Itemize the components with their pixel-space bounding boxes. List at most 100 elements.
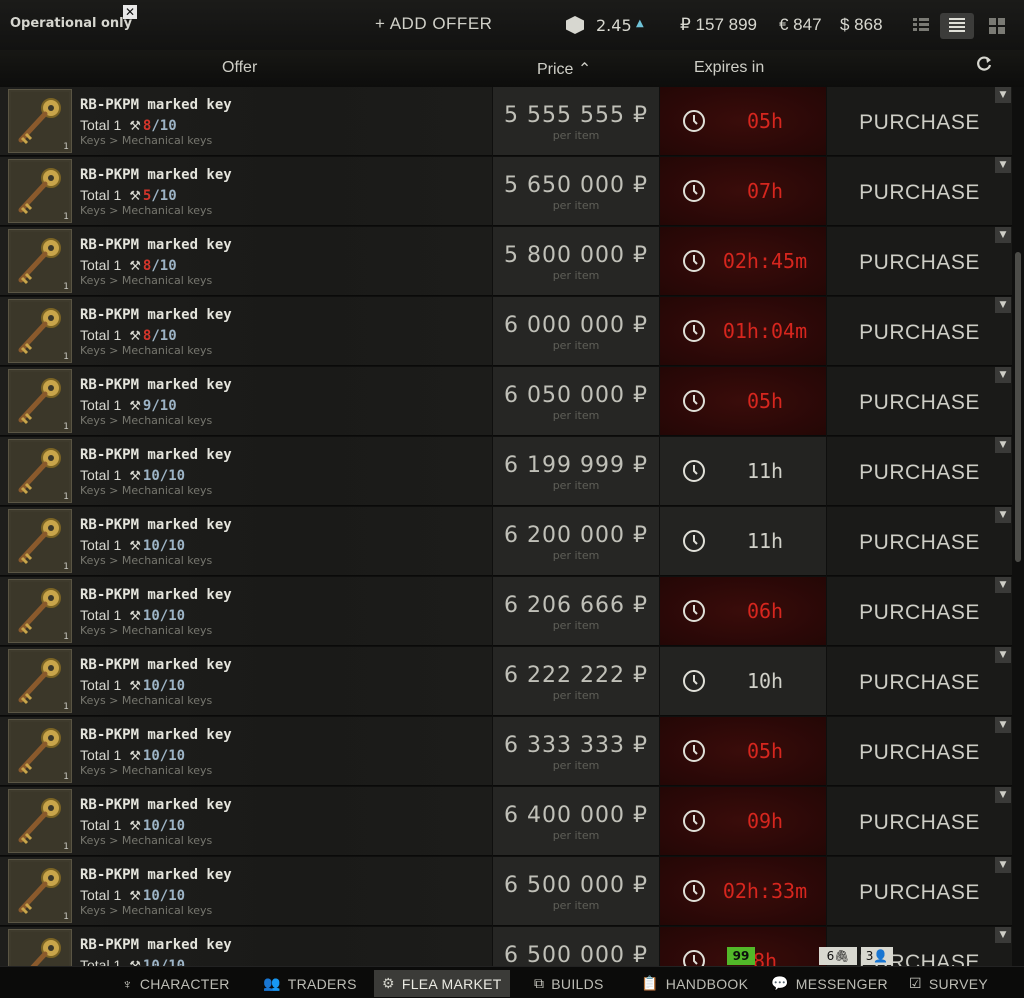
purchase-button[interactable]: PURCHASE ▼ xyxy=(827,577,1012,646)
chevron-down-icon[interactable]: ▼ xyxy=(995,647,1011,663)
offer-row[interactable]: 1 RB-PKPM marked key Total 1 ⚒ 8/10 Keys >… xyxy=(0,227,1012,297)
purchase-button[interactable]: PURCHASE ▼ xyxy=(827,787,1012,856)
nav-character[interactable]: ♆ CHARACTER xyxy=(114,970,238,997)
chevron-down-icon[interactable]: ▼ xyxy=(995,437,1011,453)
expires-value: 11h xyxy=(746,459,784,483)
chevron-down-icon[interactable]: ▼ xyxy=(995,857,1011,873)
item-thumbnail[interactable]: 1 xyxy=(8,579,72,643)
durability-current: 10 xyxy=(142,678,160,694)
chevron-down-icon[interactable]: ▼ xyxy=(995,577,1011,593)
offer-item-cell: 1 RB-PKPM marked key Total 1 ⚒10/10 Keys … xyxy=(0,787,492,856)
purchase-button[interactable]: PURCHASE ▼ xyxy=(827,87,1012,156)
purchase-button[interactable]: PURCHASE ▼ xyxy=(827,857,1012,926)
key-icon xyxy=(11,862,69,920)
purchase-label: PURCHASE xyxy=(859,391,980,414)
item-thumbnail[interactable]: 1 xyxy=(8,789,72,853)
item-thumbnail[interactable]: 1 xyxy=(8,299,72,363)
offer-row[interactable]: 1 RB-PKPM marked key Total 1 ⚒ 5/10 Keys >… xyxy=(0,157,1012,227)
close-filter-icon[interactable]: ✕ xyxy=(123,5,137,19)
scrollbar[interactable] xyxy=(1012,87,1024,966)
offer-price: 6 050 000 ₽ xyxy=(504,383,648,408)
purchase-button[interactable]: PURCHASE ▼ xyxy=(827,297,1012,366)
list-icon xyxy=(949,18,965,32)
offer-row[interactable]: 1 RB-PKPM marked key Total 1 ⚒10/10 Keys … xyxy=(0,717,1012,787)
nav-label: CHARACTER xyxy=(139,975,230,992)
expires-value: 10h xyxy=(746,669,784,693)
chevron-down-icon[interactable]: ▼ xyxy=(995,297,1011,313)
item-thumbnail[interactable]: 1 xyxy=(8,859,72,923)
item-total: Total 1 ⚒ 5/10 xyxy=(80,187,177,204)
offer-row[interactable]: 1 RB-PKPM marked key Total 1 ⚒ 8/10 Keys >… xyxy=(0,297,1012,367)
offer-price: 5 800 000 ₽ xyxy=(504,243,648,268)
expires-column-header[interactable]: Expires in xyxy=(694,59,764,77)
durability-max: /10 xyxy=(159,678,186,694)
item-thumbnail[interactable]: 1 xyxy=(8,649,72,713)
purchase-button[interactable]: PURCHASE ▼ xyxy=(827,367,1012,436)
purchase-button[interactable]: PURCHASE ▼ xyxy=(827,227,1012,296)
durability-max: /10 xyxy=(159,608,186,624)
euros-balance: € 847 xyxy=(779,15,822,34)
offer-row[interactable]: 1 RB-PKPM marked key Total 1 ⚒10/10 Keys … xyxy=(0,787,1012,857)
expires-value: 02h:45m xyxy=(722,249,808,273)
attachments-badge: 6🖇 xyxy=(819,947,857,965)
offer-price: 6 500 000 ₽ xyxy=(504,943,648,966)
offer-item-cell: 1 RB-PKPM marked key Total 1 ⚒ 9/10 Keys >… xyxy=(0,367,492,436)
chevron-down-icon[interactable]: ▼ xyxy=(995,227,1011,243)
item-category: Keys > Mechanical keys xyxy=(80,274,213,287)
item-stack-count: 1 xyxy=(63,702,69,712)
item-thumbnail[interactable]: 1 xyxy=(8,719,72,783)
purchase-button[interactable]: PURCHASE ▼ xyxy=(827,437,1012,506)
item-thumbnail[interactable]: 1 xyxy=(8,929,72,966)
add-offer-button[interactable]: + ADD OFFER xyxy=(375,14,492,34)
item-thumbnail[interactable]: 1 xyxy=(8,509,72,573)
view-large-grid-button[interactable] xyxy=(980,13,1014,39)
offer-column-header[interactable]: Offer xyxy=(222,59,257,77)
offer-row[interactable]: 1 RB-PKPM marked key Total 1 ⚒10/10 Keys … xyxy=(0,507,1012,577)
view-small-grid-button[interactable] xyxy=(904,13,938,39)
nav-flea-market[interactable]: ⚙ FLEA MARKET xyxy=(374,970,510,997)
chevron-down-icon[interactable]: ▼ xyxy=(995,367,1011,383)
nav-traders[interactable]: 👥 TRADERS xyxy=(255,970,365,997)
nav-messenger[interactable]: 💬 MESSENGER xyxy=(763,970,896,997)
expires-value: 11h xyxy=(746,529,784,553)
offer-row[interactable]: 1 RB-PKPM marked key Total 1 ⚒10/10 Keys … xyxy=(0,437,1012,507)
nav-survey[interactable]: ☑ SURVEY xyxy=(901,970,996,997)
character-icon: ♆ xyxy=(122,975,133,992)
chevron-down-icon[interactable]: ▼ xyxy=(995,507,1011,523)
purchase-button[interactable]: PURCHASE ▼ xyxy=(827,717,1012,786)
item-thumbnail[interactable]: 1 xyxy=(8,159,72,223)
purchase-button[interactable]: PURCHASE ▼ xyxy=(827,507,1012,576)
chevron-down-icon[interactable]: ▼ xyxy=(995,87,1011,103)
item-thumbnail[interactable]: 1 xyxy=(8,89,72,153)
chevron-down-icon[interactable]: ▼ xyxy=(995,717,1011,733)
chevron-down-icon[interactable]: ▼ xyxy=(995,927,1011,943)
purchase-button[interactable]: PURCHASE ▼ xyxy=(827,157,1012,226)
offer-item-cell: 1 RB-PKPM marked key Total 1 ⚒10/10 Keys … xyxy=(0,437,492,506)
operational-only-filter[interactable]: Operational only xyxy=(10,16,132,31)
view-list-button[interactable] xyxy=(940,13,974,39)
chevron-down-icon[interactable]: ▼ xyxy=(995,787,1011,803)
nav-label: HANDBOOK xyxy=(665,975,749,992)
item-thumbnail[interactable]: 1 xyxy=(8,229,72,293)
offer-row[interactable]: 1 RB-PKPM marked key Total 1 ⚒10/10 Keys … xyxy=(0,647,1012,717)
price-column-header[interactable]: Price ⌃ xyxy=(537,59,591,79)
item-total: Total 1 ⚒ 10/10 xyxy=(80,817,185,834)
nav-handbook[interactable]: 📋 HANDBOOK xyxy=(633,970,756,997)
top-bar: Operational only ✕ + ADD OFFER 2.45 ▲ ₽ … xyxy=(0,0,1024,50)
users-badge: 3👤 xyxy=(861,947,893,965)
purchase-button[interactable]: PURCHASE ▼ xyxy=(827,647,1012,716)
item-thumbnail[interactable]: 1 xyxy=(8,369,72,433)
per-item-label: per item xyxy=(552,269,600,282)
offer-row[interactable]: 1 RB-PKPM marked key Total 1 ⚒10/10 Keys … xyxy=(0,857,1012,927)
item-stack-count: 1 xyxy=(63,352,69,362)
chevron-down-icon[interactable]: ▼ xyxy=(995,157,1011,173)
offer-row[interactable]: 1 RB-PKPM marked key Total 1 ⚒ 9/10 Keys >… xyxy=(0,367,1012,437)
item-name: RB-PKPM marked key xyxy=(80,167,232,183)
offer-row[interactable]: 1 RB-PKPM marked key Total 1 ⚒10/10 Keys … xyxy=(0,577,1012,647)
refresh-icon[interactable] xyxy=(974,54,994,74)
item-thumbnail[interactable]: 1 xyxy=(8,439,72,503)
nav-builds[interactable]: ⧉ BUILDS xyxy=(526,970,612,997)
scrollbar-thumb[interactable] xyxy=(1015,252,1021,562)
durability-max: /10 xyxy=(151,398,177,414)
offer-row[interactable]: 1 RB-PKPM marked key Total 1 ⚒ 8/10 Keys >… xyxy=(0,87,1012,157)
